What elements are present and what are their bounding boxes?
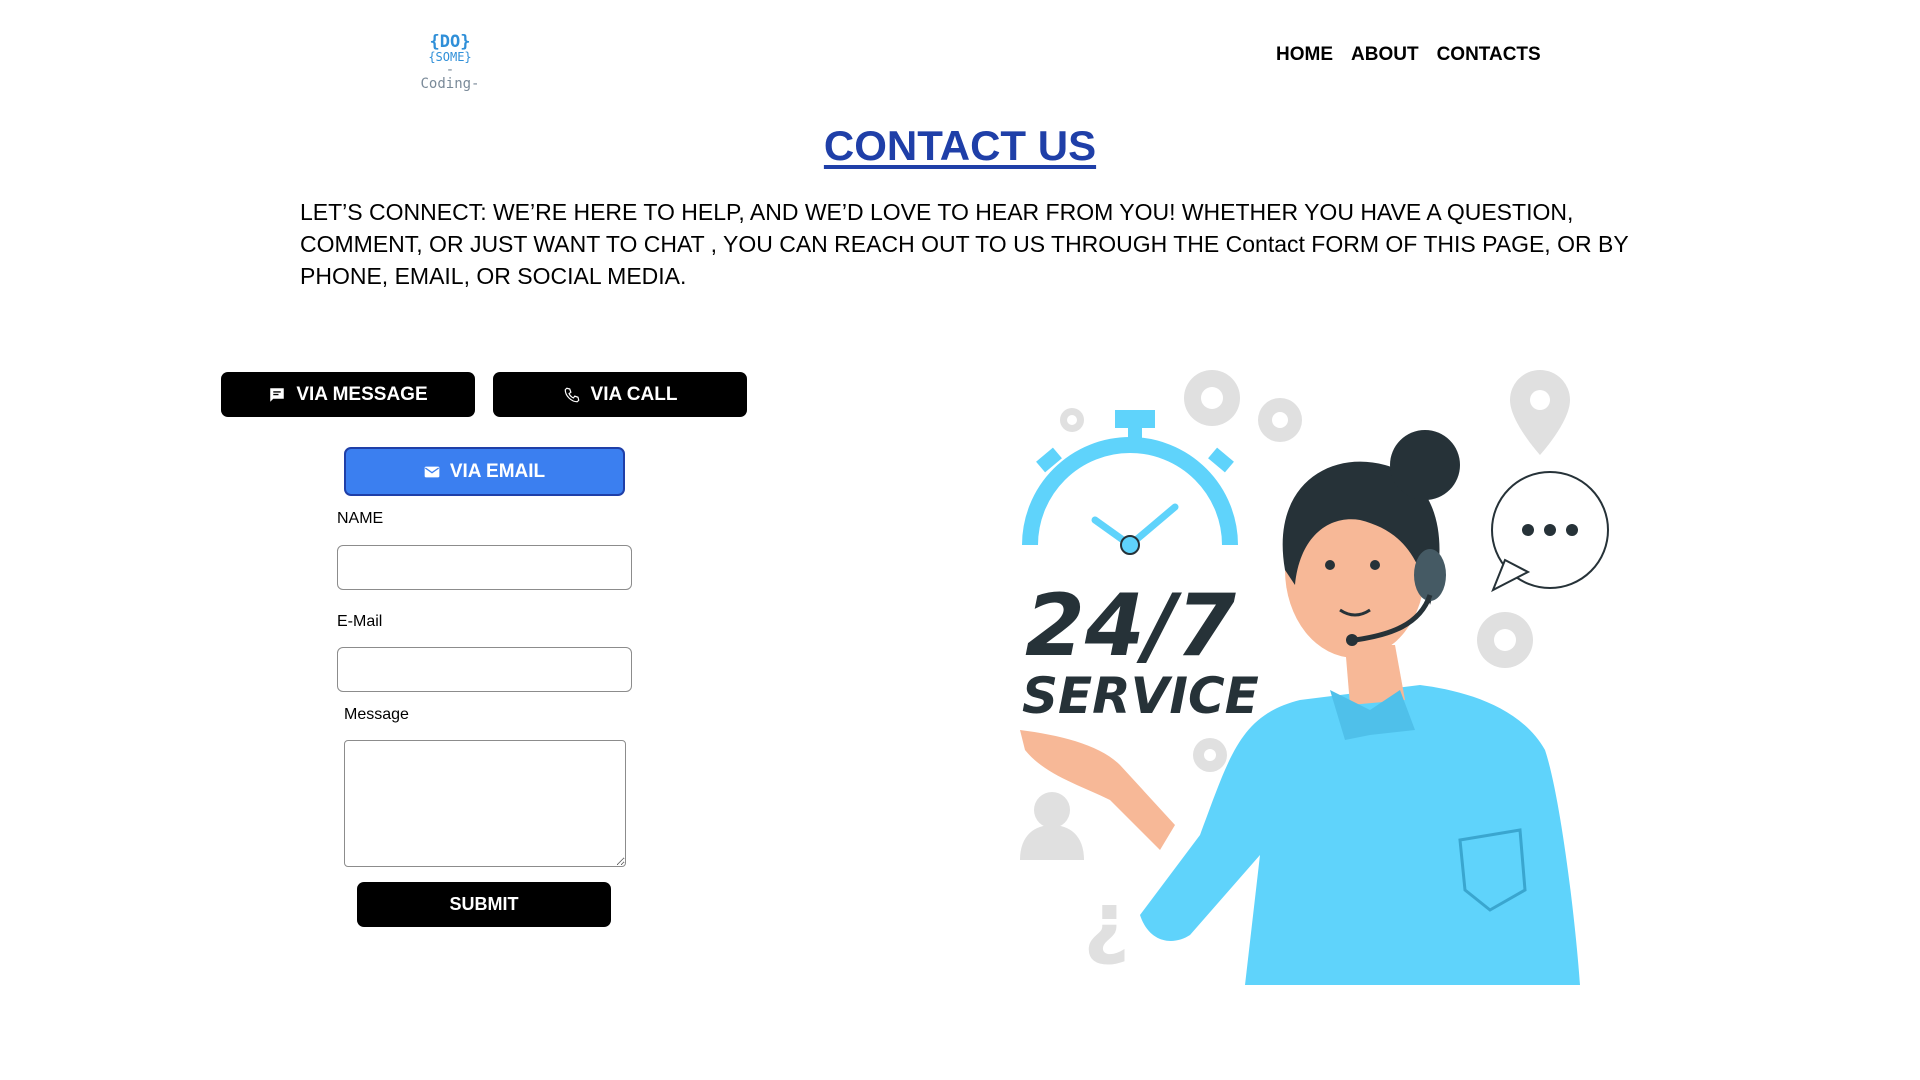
speech-bubble-icon — [1491, 471, 1609, 593]
illustration-text-247: 24/7 — [1025, 576, 1236, 676]
nav-about-link[interactable]: ABOUT — [1351, 44, 1419, 66]
logo-line-1: {DO} — [429, 32, 471, 52]
submit-label: SUBMIT — [449, 894, 519, 914]
via-call-label: VIA CALL — [590, 383, 678, 405]
chat-bubble-icon — [268, 386, 286, 404]
via-message-button[interactable]: VIA MESSAGE — [221, 372, 475, 417]
site-logo[interactable]: {DO} {SOME} -Coding- — [420, 32, 480, 92]
envelope-icon — [424, 465, 440, 479]
main-nav: HOME ABOUT CONTACTS — [1276, 44, 1541, 66]
via-email-label: VIA EMAIL — [449, 460, 546, 482]
user-icon — [1020, 792, 1084, 860]
stopwatch-icon — [1022, 410, 1238, 555]
via-message-label: VIA MESSAGE — [296, 383, 428, 405]
page-title: CONTACT US — [823, 122, 1097, 169]
logo-line-3: -Coding- — [420, 62, 480, 92]
submit-button[interactable]: SUBMIT — [357, 882, 611, 927]
name-label: NAME — [337, 510, 384, 527]
email-input[interactable] — [337, 647, 632, 692]
email-label: E-Mail — [337, 613, 383, 630]
message-label: Message — [344, 706, 409, 723]
nav-contacts-link[interactable]: CONTACTS — [1437, 44, 1541, 66]
intro-text: LET’S CONNECT: WE’RE HERE TO HELP, AND W… — [300, 199, 1629, 289]
name-input[interactable] — [337, 545, 632, 590]
message-textarea[interactable] — [344, 740, 626, 867]
via-email-button[interactable]: VIA EMAIL — [344, 447, 625, 496]
support-illustration-svg: ? 24/7 SERVICE — [1020, 370, 1609, 985]
illustration-text-service: SERVICE — [1022, 667, 1259, 725]
location-pin-icon — [1510, 370, 1570, 455]
question-icon: ? — [1084, 886, 1130, 979]
via-call-button[interactable]: VIA CALL — [493, 372, 747, 417]
phone-icon — [563, 386, 581, 404]
support-illustration: ? 24/7 SERVICE — [1000, 355, 1640, 985]
nav-home-link[interactable]: HOME — [1276, 44, 1333, 66]
page-title-wrap: CONTACT US — [0, 122, 1920, 170]
